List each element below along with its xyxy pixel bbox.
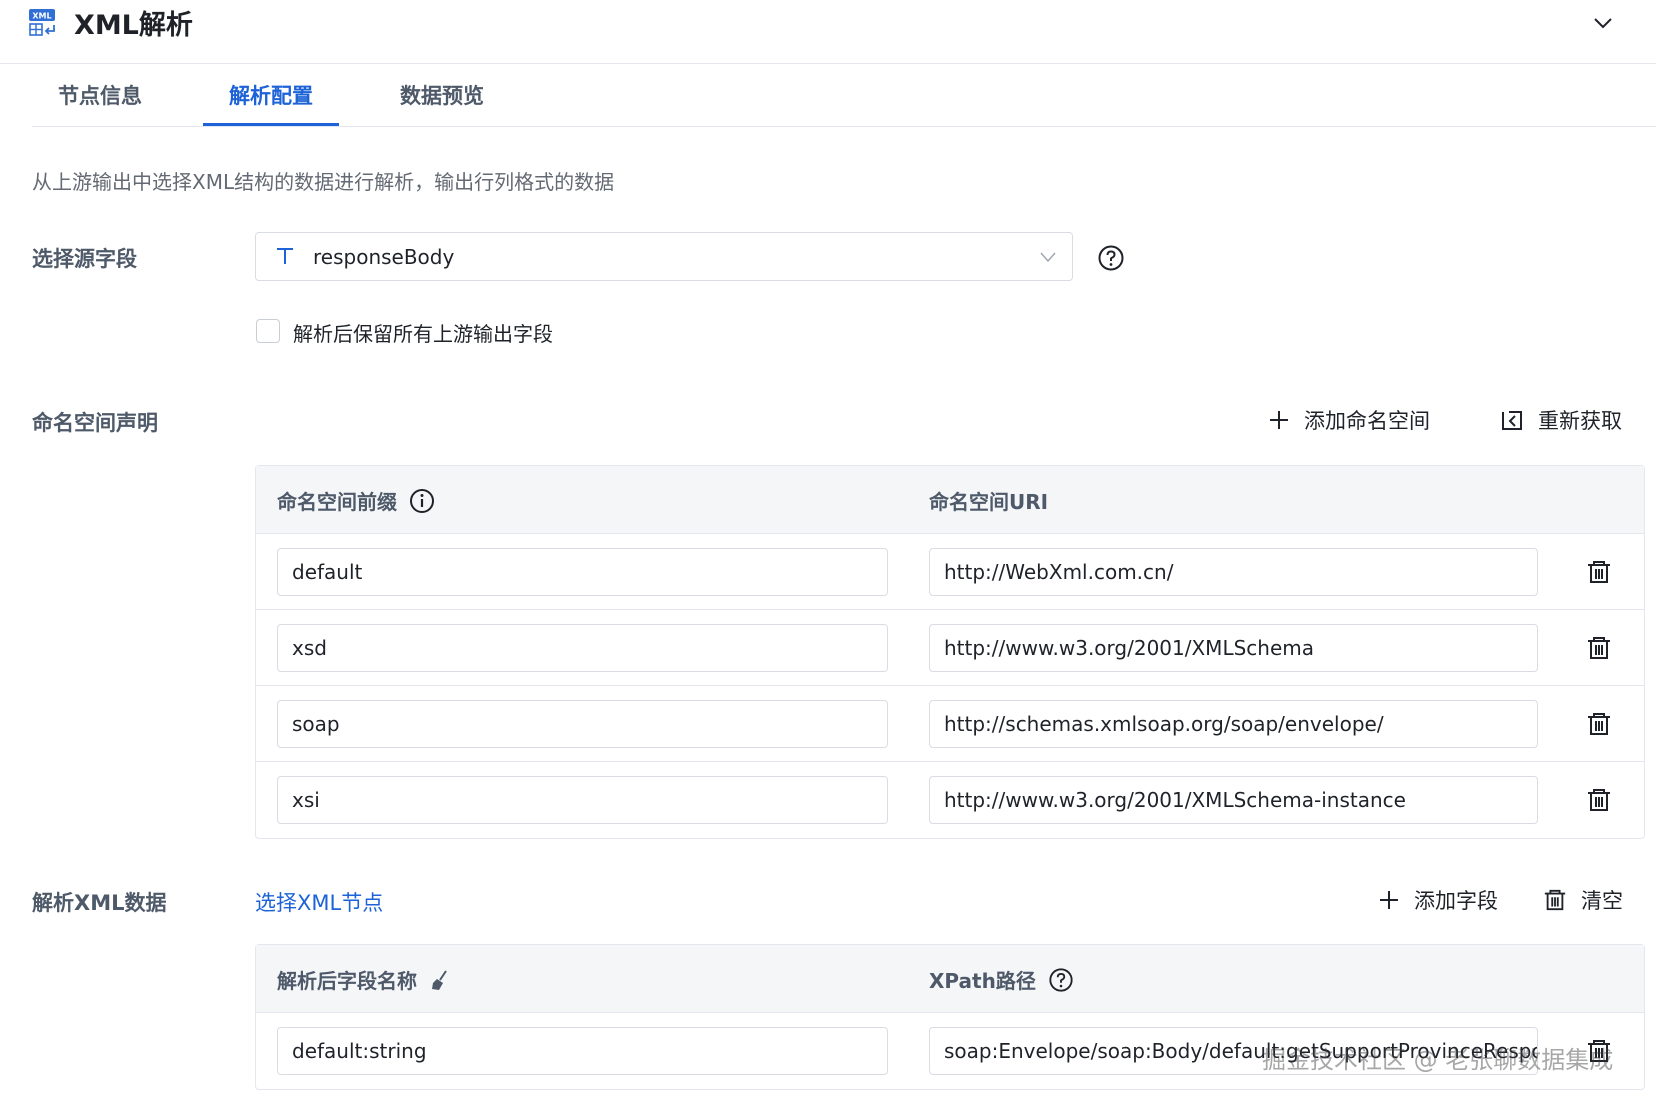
trash-icon	[1544, 889, 1566, 911]
namespace-table-header: 命名空间前缀 命名空间URI	[256, 466, 1644, 534]
namespace-prefix-header: 命名空间前缀	[277, 486, 435, 515]
trash-icon[interactable]	[1586, 559, 1612, 585]
refresh-icon	[1502, 411, 1522, 430]
namespace-uri-input[interactable]: http://WebXml.com.cn/	[929, 548, 1538, 596]
source-field-value: responseBody	[313, 245, 455, 269]
plus-icon	[1380, 891, 1398, 909]
clear-label: 清空	[1581, 889, 1623, 913]
text-type-icon	[277, 248, 293, 264]
xpath-header: XPath路径	[929, 965, 1074, 994]
keep-fields-checkbox[interactable]	[256, 319, 280, 343]
namespace-prefix-input[interactable]: soap	[277, 700, 888, 748]
xpath-header-label: XPath路径	[929, 969, 1036, 993]
table-row: xsd http://www.w3.org/2001/XMLSchema	[256, 610, 1644, 686]
tab-node-info[interactable]: 节点信息	[58, 80, 142, 110]
broom-icon[interactable]	[429, 969, 451, 991]
section-description: 从上游输出中选择XML结构的数据进行解析，输出行列格式的数据	[32, 170, 615, 194]
page-title: XML解析	[74, 10, 193, 41]
namespace-prefix-input[interactable]: xsd	[277, 624, 888, 672]
tab-data-preview[interactable]: 数据预览	[400, 80, 484, 110]
watermark: 掘金技术社区 @ 老张聊数据集成	[1262, 1046, 1614, 1074]
question-circle-icon[interactable]	[1048, 967, 1074, 993]
namespace-table: 命名空间前缀 命名空间URI default http://WebXml.com…	[255, 465, 1645, 839]
add-field-label: 添加字段	[1414, 889, 1498, 913]
parse-table-header: 解析后字段名称 XPath路径	[256, 945, 1644, 1013]
refresh-button[interactable]: 重新获取	[1500, 405, 1622, 435]
trash-icon[interactable]	[1586, 787, 1612, 813]
add-namespace-button[interactable]: 添加命名空间	[1268, 405, 1430, 435]
chevron-down-icon	[1040, 252, 1056, 263]
namespace-prefix-header-label: 命名空间前缀	[277, 490, 397, 514]
field-name-input[interactable]: default:string	[277, 1027, 888, 1075]
question-circle-icon[interactable]	[1097, 244, 1125, 272]
table-row: default http://WebXml.com.cn/	[256, 534, 1644, 610]
source-field-label: 选择源字段	[32, 247, 137, 271]
clear-button[interactable]: 清空	[1543, 885, 1623, 915]
chevron-down-icon[interactable]	[1590, 10, 1616, 36]
plus-icon	[1270, 411, 1288, 429]
table-row: soap http://schemas.xmlsoap.org/soap/env…	[256, 686, 1644, 762]
namespace-uri-input[interactable]: http://schemas.xmlsoap.org/soap/envelope…	[929, 700, 1538, 748]
select-xml-node-link[interactable]: 选择XML节点	[255, 887, 383, 917]
keep-fields-label: 解析后保留所有上游输出字段	[293, 322, 553, 346]
add-namespace-label: 添加命名空间	[1304, 409, 1430, 433]
trash-icon[interactable]	[1586, 711, 1612, 737]
tab-bar: 节点信息 解析配置 数据预览	[32, 64, 1656, 127]
namespace-uri-input[interactable]: http://www.w3.org/2001/XMLSchema	[929, 624, 1538, 672]
trash-icon[interactable]	[1586, 635, 1612, 661]
tab-parse-config[interactable]: 解析配置	[229, 80, 313, 110]
parse-section-label: 解析XML数据	[32, 891, 167, 915]
namespace-prefix-input[interactable]: xsi	[277, 776, 888, 824]
refresh-label: 重新获取	[1538, 409, 1622, 433]
namespace-section-label: 命名空间声明	[32, 411, 158, 435]
table-row: xsi http://www.w3.org/2001/XMLSchema-ins…	[256, 762, 1644, 838]
field-name-header: 解析后字段名称	[277, 965, 451, 994]
namespace-uri-input[interactable]: http://www.w3.org/2001/XMLSchema-instanc…	[929, 776, 1538, 824]
field-name-header-label: 解析后字段名称	[277, 969, 417, 993]
add-field-button[interactable]: 添加字段	[1378, 885, 1498, 915]
info-circle-icon[interactable]	[409, 488, 435, 514]
active-tab-indicator	[203, 123, 339, 126]
panel-header: XML XML解析	[0, 0, 1656, 64]
svg-text:XML: XML	[32, 12, 51, 21]
xml-icon: XML	[29, 9, 55, 36]
namespace-uri-header: 命名空间URI	[929, 490, 1049, 514]
source-field-select[interactable]: responseBody	[255, 232, 1073, 281]
namespace-prefix-input[interactable]: default	[277, 548, 888, 596]
